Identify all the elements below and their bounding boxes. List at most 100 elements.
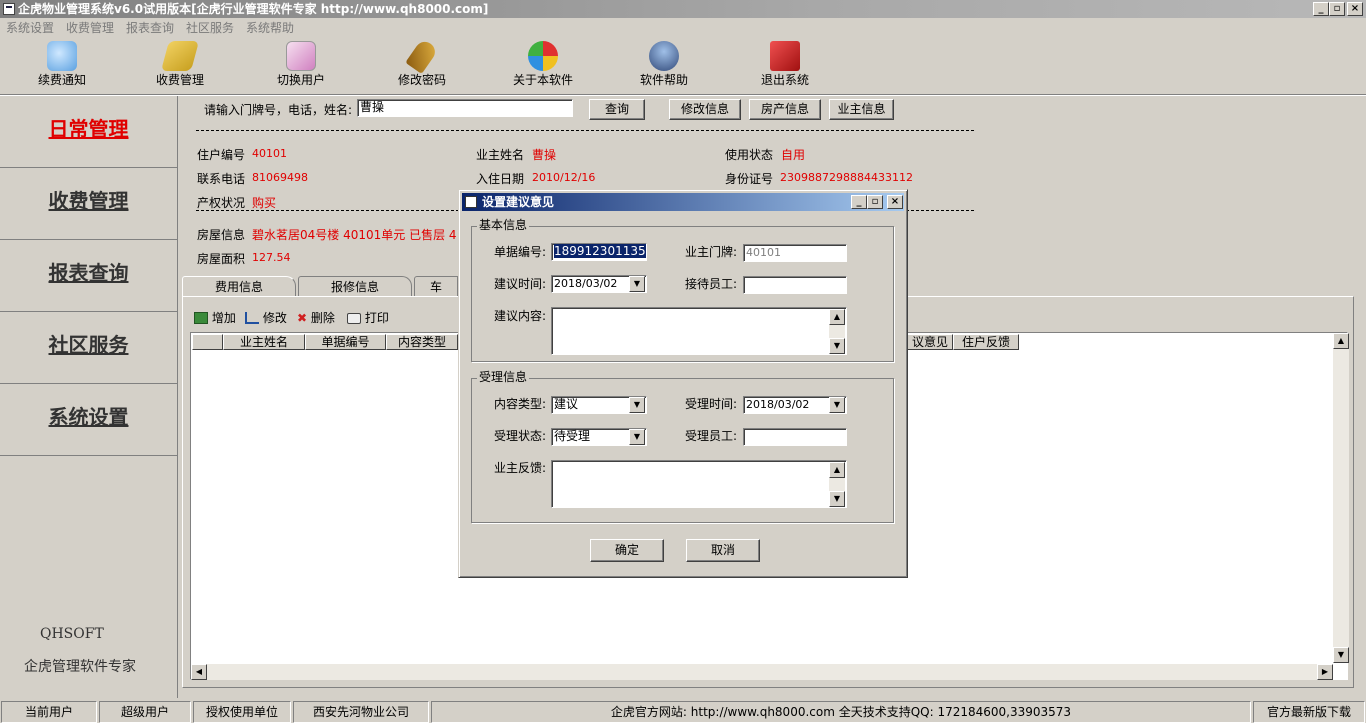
- menu-bar: 系统设置 收费管理 报表查询 社区服务 系统帮助: [0, 18, 1366, 38]
- door-input[interactable]: 40101: [743, 244, 847, 262]
- help-button[interactable]: 软件帮助: [614, 38, 714, 92]
- doc-no-label: 单据编号:: [494, 245, 547, 259]
- owner-info-button[interactable]: 业主信息: [829, 99, 894, 120]
- renewal-notice-button[interactable]: 续费通知: [12, 38, 112, 92]
- content-textarea[interactable]: ▲ ▼: [551, 307, 847, 355]
- user-switch-icon: [286, 41, 316, 71]
- switch-user-button[interactable]: 切换用户: [251, 38, 351, 92]
- ownership-value: 购买: [252, 196, 277, 210]
- doc-no-input[interactable]: 18991230113535: [551, 243, 647, 261]
- tab-fee-info[interactable]: 费用信息: [182, 276, 296, 296]
- type-dropdown-icon[interactable]: ▼: [629, 397, 645, 413]
- ok-button[interactable]: 确定: [590, 539, 664, 562]
- content-scroll-up-icon[interactable]: ▲: [829, 309, 845, 325]
- usage-value: 自用: [781, 148, 806, 162]
- resident-no-value: 40101: [252, 147, 287, 160]
- house-value: 碧水茗居04号楼 40101单元 已售层 40: [252, 228, 457, 242]
- grid-horizontal-scrollbar[interactable]: ◀ ▶: [191, 664, 1333, 680]
- toolbar-divider: [0, 94, 1366, 96]
- reception-input[interactable]: [743, 276, 847, 294]
- grid-header-doc-no[interactable]: 单据编号: [305, 334, 386, 350]
- accept-info-title: 受理信息: [477, 370, 530, 384]
- folder-icon: [160, 41, 200, 71]
- toolbar: 续费通知 收费管理 切换用户 修改密码 关于本软件 软件帮助 退出系统: [0, 37, 1366, 94]
- grid-header-content-type[interactable]: 内容类型: [386, 334, 458, 350]
- grid-header-owner-name[interactable]: 业主姓名: [223, 334, 305, 350]
- add-action[interactable]: 增加: [194, 310, 236, 326]
- close-button[interactable]: ×: [1347, 2, 1363, 16]
- search-input[interactable]: 曹操: [357, 99, 573, 117]
- scroll-up-icon[interactable]: ▲: [1333, 333, 1349, 349]
- reception-label: 接待员工:: [685, 277, 738, 291]
- owner-name-value: 曹操: [532, 148, 557, 162]
- scroll-right-icon[interactable]: ▶: [1317, 664, 1333, 680]
- content-scroll-down-icon[interactable]: ▼: [829, 338, 845, 354]
- menu-system-settings[interactable]: 系统设置: [6, 18, 54, 38]
- state-dropdown-icon[interactable]: ▼: [629, 429, 645, 445]
- edit-info-button[interactable]: 修改信息: [669, 99, 741, 120]
- menu-community[interactable]: 社区服务: [186, 18, 234, 38]
- dialog-minimize-button[interactable]: _: [851, 195, 867, 209]
- grid-header-indicator: [192, 334, 223, 350]
- exit-label: 退出系统: [760, 73, 809, 87]
- grid-header-suggestion[interactable]: 议意见: [907, 334, 953, 350]
- resident-no-label: 住户编号: [197, 148, 246, 162]
- menu-reports[interactable]: 报表查询: [126, 18, 174, 38]
- nav-community-service[interactable]: 社区服务: [0, 312, 177, 384]
- nav-system-settings[interactable]: 系统设置: [0, 384, 177, 456]
- nav-daily-management[interactable]: 日常管理: [0, 96, 177, 168]
- suggestion-dialog: 设置建议意见 _ ▫ × 基本信息 单据编号: 18991230113535 业…: [458, 189, 908, 578]
- edit-action[interactable]: 修改: [245, 310, 287, 326]
- brand-slogan: 企虎管理软件专家: [24, 659, 136, 675]
- query-button[interactable]: 查询: [589, 99, 645, 120]
- accept-staff-input[interactable]: [743, 428, 847, 446]
- exit-button[interactable]: 退出系统: [735, 38, 835, 92]
- menu-help[interactable]: 系统帮助: [246, 18, 294, 38]
- feedback-textarea[interactable]: ▲ ▼: [551, 460, 847, 508]
- scroll-left-icon[interactable]: ◀: [191, 664, 207, 680]
- dialog-close-button[interactable]: ×: [887, 195, 903, 209]
- basic-info-title: 基本信息: [477, 218, 530, 232]
- dialog-icon: [465, 196, 477, 208]
- app-icon: [3, 3, 15, 15]
- tab-repair-info[interactable]: 报修信息: [298, 276, 412, 296]
- accept-time-label: 受理时间:: [685, 397, 738, 411]
- type-label: 内容类型:: [494, 397, 547, 411]
- add-icon: [194, 312, 208, 324]
- nav-report-query[interactable]: 报表查询: [0, 240, 177, 312]
- id-value: 2309887298884433112: [780, 171, 913, 184]
- nav-billing-management[interactable]: 收费管理: [0, 168, 177, 240]
- ownership-label: 产权状况: [197, 196, 246, 210]
- brand-name: QHSOFT: [40, 626, 104, 642]
- dialog-maximize-button[interactable]: ▫: [867, 195, 883, 209]
- about-button[interactable]: 关于本软件: [493, 38, 593, 92]
- accept-time-dropdown-icon[interactable]: ▼: [829, 397, 845, 413]
- grid-vertical-scrollbar[interactable]: ▲ ▼: [1333, 333, 1349, 663]
- about-icon: [528, 41, 558, 71]
- tab-vehicle-info[interactable]: 车: [414, 276, 458, 296]
- suggest-time-dropdown-icon[interactable]: ▼: [629, 276, 645, 292]
- property-info-button[interactable]: 房产信息: [749, 99, 821, 120]
- change-password-label: 修改密码: [397, 73, 446, 87]
- switch-user-label: 切换用户: [276, 73, 325, 87]
- about-label: 关于本软件: [512, 73, 573, 87]
- status-license: 西安先河物业公司: [293, 701, 429, 723]
- minimize-button[interactable]: _: [1313, 2, 1329, 16]
- menu-billing[interactable]: 收费管理: [66, 18, 114, 38]
- feedback-scroll-down-icon[interactable]: ▼: [829, 491, 845, 507]
- cancel-button[interactable]: 取消: [686, 539, 760, 562]
- restore-button[interactable]: ▫: [1329, 2, 1345, 16]
- dialog-title-bar: 设置建议意见: [462, 193, 904, 211]
- search-label: 请输入门牌号，电话，姓名:: [204, 103, 353, 117]
- status-current-user: 超级用户: [99, 701, 191, 723]
- grid-header-feedback[interactable]: 住户反馈: [953, 334, 1019, 350]
- billing-button[interactable]: 收费管理: [130, 38, 230, 92]
- add-label: 增加: [211, 311, 236, 325]
- feedback-scroll-up-icon[interactable]: ▲: [829, 462, 845, 478]
- scroll-down-icon[interactable]: ▼: [1333, 647, 1349, 663]
- status-download-link[interactable]: 官方最新版下载: [1253, 701, 1365, 723]
- delete-action[interactable]: ✖ 删除: [297, 310, 335, 326]
- change-password-button[interactable]: 修改密码: [372, 37, 472, 92]
- print-action[interactable]: 打印: [347, 310, 389, 326]
- status-website: 企虎官方网站: http://www.qh8000.com 全天技术支持QQ: …: [431, 701, 1251, 723]
